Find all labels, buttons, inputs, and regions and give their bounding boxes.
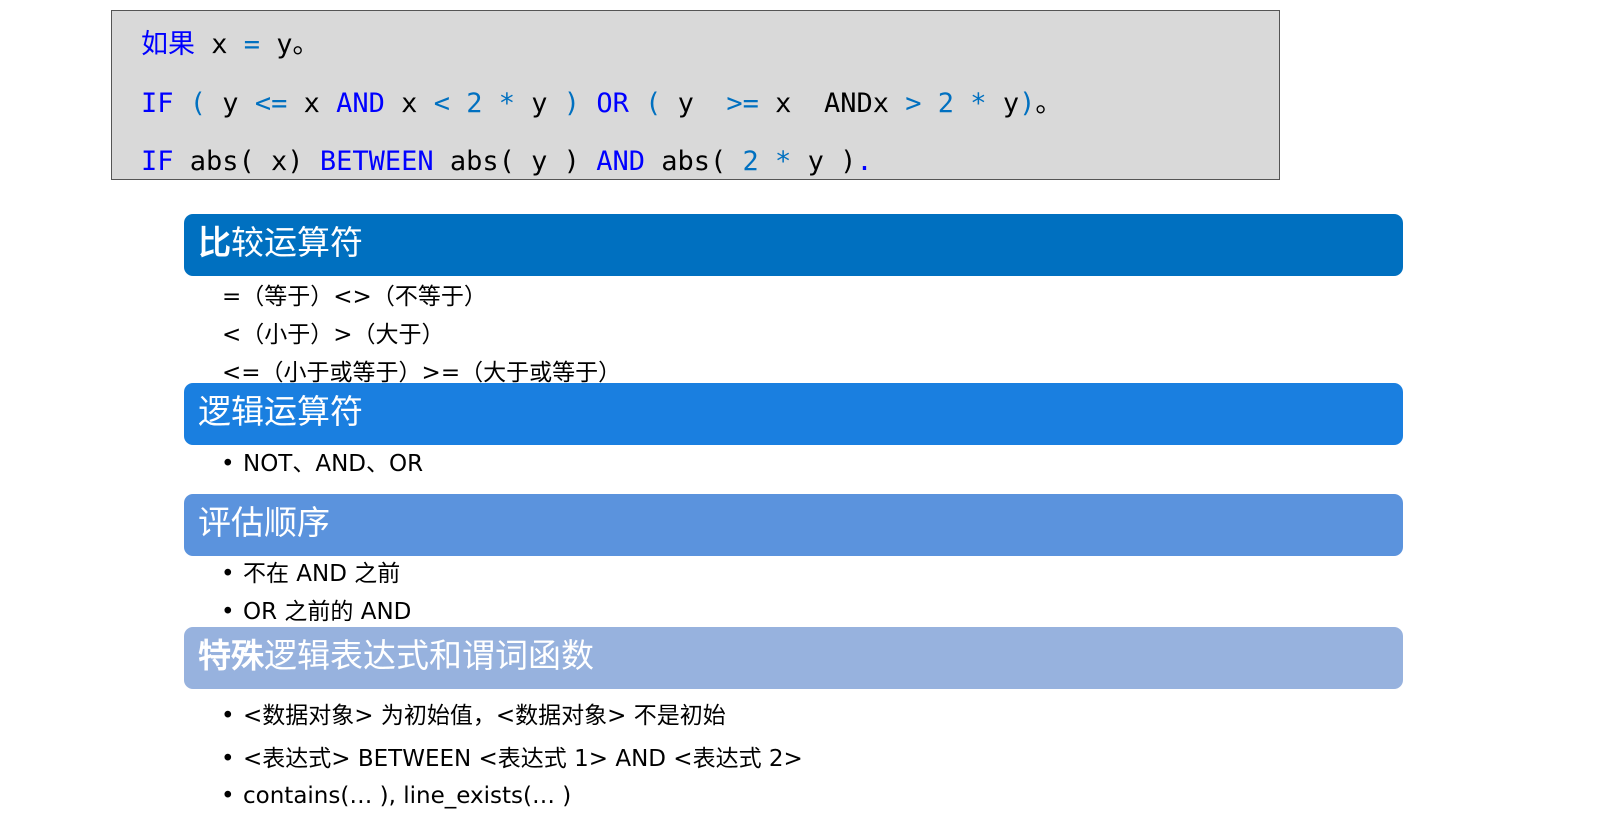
bullet-icon: • <box>221 451 235 477</box>
code-line-3: IF abs( x) BETWEEN abs( y ) AND abs( 2 *… <box>141 142 873 182</box>
code-token: x <box>287 88 337 119</box>
code-token: AND <box>336 88 385 119</box>
code-token: 2 <box>742 146 759 177</box>
code-token: x <box>384 88 434 119</box>
code-token: AND <box>596 146 645 177</box>
code-token: ) <box>1019 88 1036 119</box>
banner-title-rest: 逻辑表达式和谓词函数 <box>264 636 594 675</box>
comparison-items: =（等于）<>（不等于） <（小于）>（大于） <=（小于或等于）>=（大于或等… <box>222 284 622 384</box>
code-token: ) <box>563 88 581 119</box>
code-token: 2 <box>466 88 483 119</box>
bullet-icon: • <box>221 746 235 772</box>
code-token: y ) <box>791 146 857 177</box>
code-token: y <box>515 88 564 119</box>
banner-title-bold: 特殊 <box>198 636 264 675</box>
code-token: * <box>498 88 516 119</box>
code-token: * <box>970 88 987 119</box>
code-token: IF <box>141 88 174 119</box>
code-line-1: 如果 x = y。 <box>141 25 320 65</box>
code-token: >= <box>726 88 759 119</box>
bullet-icon: • <box>221 783 235 809</box>
banner-evaluation-order: 评估顺序 <box>184 494 1403 556</box>
bullet-icon: • <box>221 703 235 729</box>
code-token: y <box>986 88 1020 119</box>
code-token: y。 <box>260 29 320 60</box>
code-token: x <box>195 29 244 60</box>
banner-comparison-operators: 比较运算符 <box>184 214 1403 276</box>
code-token: IF <box>141 146 174 177</box>
code-token: BETWEEN <box>319 146 434 177</box>
code-token: > <box>905 88 922 119</box>
code-token: ( <box>189 88 207 119</box>
code-token: 如果 <box>141 29 195 60</box>
code-token: abs( x) <box>173 146 320 177</box>
code-token: = <box>243 29 261 60</box>
code-token: y <box>206 88 255 119</box>
banner-title-bold: 比 <box>198 223 231 262</box>
banner-title-rest: 较运算符 <box>231 223 363 262</box>
code-token: OR <box>596 88 629 119</box>
code-token: * <box>775 146 792 177</box>
bullet-icon: • <box>221 561 235 587</box>
banner-special-expressions: 特殊逻辑表达式和谓词函数 <box>184 627 1403 689</box>
code-token: x ANDx <box>758 88 906 119</box>
code-token: 。 <box>1035 88 1063 119</box>
code-token: < <box>433 88 450 119</box>
banner-logical-operators: 逻辑运算符 <box>184 383 1403 445</box>
code-line-2: IF ( y <= x AND x < 2 * y ) OR ( y >= x … <box>141 84 1062 124</box>
code-token: ( <box>645 88 662 119</box>
code-example-box: 如果 x = y。 IF ( y <= x AND x < 2 * y ) OR… <box>111 10 1280 180</box>
code-token: . <box>856 146 873 177</box>
code-token: 2 <box>937 88 955 119</box>
code-token: y <box>661 88 727 119</box>
code-token: abs( y ) <box>433 146 597 177</box>
code-token: <= <box>254 88 288 119</box>
code-token: abs( <box>644 146 743 177</box>
bullet-icon: • <box>221 599 235 625</box>
